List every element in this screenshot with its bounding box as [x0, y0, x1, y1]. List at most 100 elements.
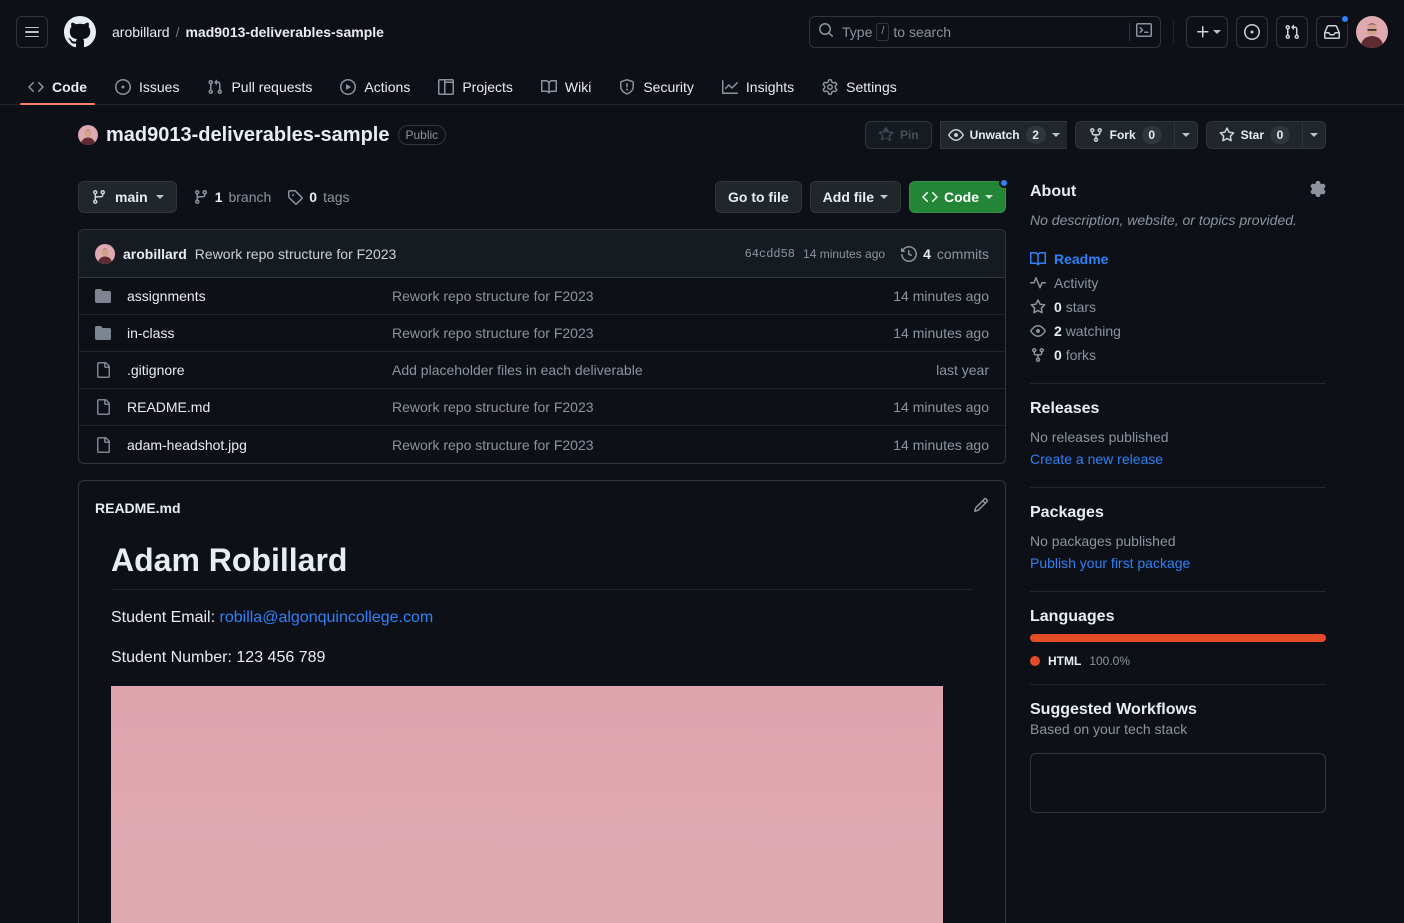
about-header: About — [1030, 181, 1326, 202]
tab-projects[interactable]: Projects — [430, 79, 521, 104]
tab-security[interactable]: Security — [611, 79, 702, 104]
workflow-card[interactable] — [1030, 752, 1326, 813]
code-button[interactable]: Code — [909, 178, 1009, 213]
file-commit-message[interactable]: Rework repo structure for F2023 — [392, 437, 893, 453]
tab-insights[interactable]: Insights — [714, 79, 802, 104]
breadcrumb-repo[interactable]: mad9013-deliverables-sample — [185, 24, 383, 40]
search-placeholder: Type / to search — [842, 23, 1123, 41]
tab-actions[interactable]: Actions — [332, 79, 418, 104]
go-to-file-button[interactable]: Go to file — [714, 181, 802, 213]
file-name[interactable]: assignments — [127, 288, 392, 304]
readme-panel: README.md Adam Robillard Student Email: … — [78, 480, 1006, 923]
repo-owner-avatar[interactable] — [78, 125, 98, 145]
tab-pull-requests[interactable]: Pull requests — [199, 79, 320, 104]
file-commit-message[interactable]: Add placeholder files in each deliverabl… — [392, 362, 936, 378]
github-logo-icon[interactable] — [64, 16, 96, 48]
languages-section: Languages HTML 100.0% — [1030, 592, 1326, 685]
about-description: No description, website, or topics provi… — [1030, 212, 1297, 228]
table-row[interactable]: adam-headshot.jpg Rework repo structure … — [79, 426, 1005, 463]
search-slash-key: / — [876, 23, 890, 41]
file-name[interactable]: README.md — [127, 399, 392, 415]
breadcrumb: arobillard / mad9013-deliverables-sample — [112, 24, 384, 40]
releases-title: Releases — [1030, 400, 1100, 417]
commit-history-link[interactable]: 4 commits — [901, 246, 989, 262]
readme-filename[interactable]: README.md — [95, 500, 181, 516]
commit-message[interactable]: Rework repo structure for F2023 — [195, 246, 397, 262]
commit-meta: 64cdd58 14 minutes ago 4 commits — [745, 246, 989, 262]
sidebar-item-activity[interactable]: Activity — [1030, 271, 1326, 295]
sidebar-item-forks[interactable]: 0 forks — [1030, 343, 1326, 367]
eye-icon — [1030, 323, 1046, 339]
branch-selector[interactable]: main — [78, 181, 177, 213]
pin-button[interactable]: Pin — [864, 121, 932, 149]
tab-projects-label: Projects — [462, 79, 513, 95]
header-divider — [1173, 20, 1174, 44]
star-button-group: Star 0 — [1205, 121, 1326, 149]
code-button-badge — [999, 178, 1009, 188]
file-name[interactable]: in-class — [127, 325, 392, 341]
publish-package-link[interactable]: Publish your first package — [1030, 552, 1326, 574]
workflows-subtitle: Based on your tech stack — [1030, 720, 1188, 737]
gear-icon[interactable] — [1310, 181, 1326, 202]
file-commit-message[interactable]: Rework repo structure for F2023 — [392, 288, 893, 304]
fork-button[interactable]: Fork 0 — [1074, 121, 1174, 149]
book-icon — [1030, 251, 1046, 267]
tab-code[interactable]: Code — [20, 79, 95, 105]
tags-link[interactable]: 0 tags — [287, 189, 350, 205]
search-input[interactable]: Type / to search — [809, 16, 1161, 48]
tab-settings[interactable]: Settings — [814, 79, 905, 104]
notifications-button[interactable] — [1316, 14, 1350, 48]
unwatch-button[interactable]: Unwatch 2 — [939, 121, 1067, 149]
tab-wiki-label: Wiki — [564, 79, 592, 95]
table-row[interactable]: README.md Rework repo structure for F202… — [79, 389, 1005, 426]
star-dropdown-button[interactable] — [1302, 121, 1326, 149]
header-right-cluster: Type / to search — [809, 14, 1388, 48]
commit-author[interactable]: arobillard — [123, 246, 187, 262]
terminal-icon[interactable] — [1136, 22, 1152, 43]
pencil-icon[interactable] — [973, 497, 989, 518]
file-commit-message[interactable]: Rework repo structure for F2023 — [392, 399, 893, 415]
table-row[interactable]: assignments Rework repo structure for F2… — [79, 278, 1005, 315]
create-release-link[interactable]: Create a new release — [1030, 448, 1326, 470]
issues-button[interactable] — [1236, 16, 1268, 48]
tab-issues[interactable]: Issues — [107, 79, 187, 104]
star-button[interactable]: Star 0 — [1205, 121, 1302, 149]
pull-requests-button[interactable] — [1276, 16, 1308, 48]
breadcrumb-owner[interactable]: arobillard — [112, 24, 170, 40]
table-row[interactable]: in-class Rework repo structure for F2023… — [79, 315, 1005, 352]
avatar[interactable] — [1356, 16, 1388, 48]
sidebar-item-readme-label: Readme — [1054, 251, 1109, 267]
branches-link[interactable]: 1 branch — [193, 189, 272, 205]
language-legend-item[interactable]: HTML 100.0% — [1030, 654, 1326, 668]
file-icon — [95, 436, 111, 453]
commit-count-value: 4 — [923, 245, 931, 262]
file-name[interactable]: .gitignore — [127, 362, 392, 378]
tab-wiki[interactable]: Wiki — [533, 79, 599, 104]
commit-count-label: commits — [936, 245, 989, 262]
fork-dropdown-button[interactable] — [1173, 121, 1198, 149]
readme-email-line: Student Email: robilla@algonquincollege.… — [111, 606, 973, 630]
commit-author-avatar[interactable] — [95, 243, 115, 264]
file-commit-message[interactable]: Rework repo structure for F2023 — [392, 325, 893, 341]
create-new-button[interactable] — [1186, 16, 1228, 48]
branch-count-label: branch — [228, 189, 272, 205]
file-list: arobillard Rework repo structure for F20… — [78, 229, 1006, 464]
hamburger-icon[interactable] — [16, 16, 48, 48]
page-title[interactable]: mad9013-deliverables-sample — [106, 124, 390, 147]
readme-email-link[interactable]: robilla@algonquincollege.com — [220, 609, 434, 626]
commit-sha[interactable]: 64cdd58 — [745, 247, 795, 261]
folder-icon — [95, 325, 111, 341]
sidebar-item-watching[interactable]: 2 watching — [1030, 319, 1326, 343]
unwatch-button-label: Unwatch — [969, 128, 1020, 142]
star-count: 0 — [1270, 126, 1290, 144]
readme-content: Adam Robillard Student Email: robilla@al… — [79, 526, 1005, 923]
file-name[interactable]: adam-headshot.jpg — [127, 437, 392, 453]
table-row[interactable]: .gitignore Add placeholder files in each… — [79, 352, 1005, 389]
sidebar-item-stars[interactable]: 0 stars — [1030, 295, 1326, 319]
add-file-button[interactable]: Add file — [809, 181, 901, 213]
languages-header: Languages — [1030, 608, 1326, 626]
sidebar-item-forks-label: 0 forks — [1054, 347, 1096, 363]
sidebar-item-readme[interactable]: Readme — [1030, 247, 1326, 271]
language-segment-html[interactable] — [1030, 633, 1326, 642]
packages-section: Packages No packages published Publish y… — [1030, 488, 1326, 592]
